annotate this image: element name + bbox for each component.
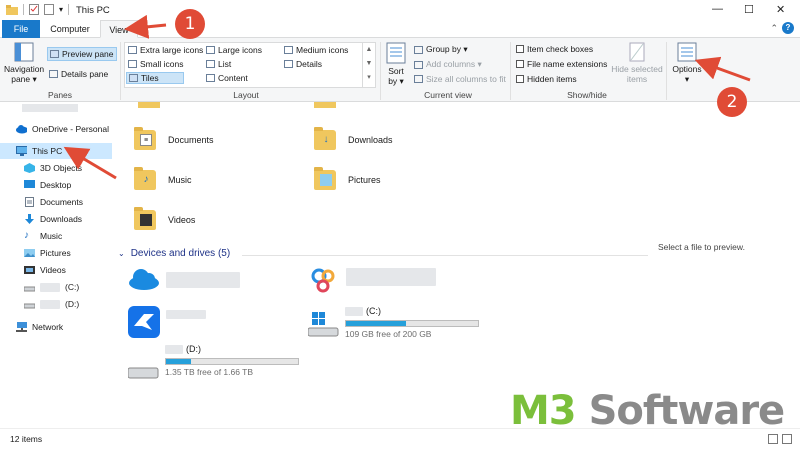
step-1-badge: 1 xyxy=(175,9,205,39)
watermark-software: Software xyxy=(575,388,786,434)
watermark-m3: M3 xyxy=(510,388,577,434)
arrow-to-this-pc xyxy=(63,146,117,180)
arrow-to-view-tab xyxy=(124,14,167,39)
step-2-badge: 2 xyxy=(717,87,747,117)
annotation-layer xyxy=(63,14,751,180)
arrow-to-options xyxy=(694,56,751,82)
m3-software-watermark: M3 Software xyxy=(510,388,786,434)
